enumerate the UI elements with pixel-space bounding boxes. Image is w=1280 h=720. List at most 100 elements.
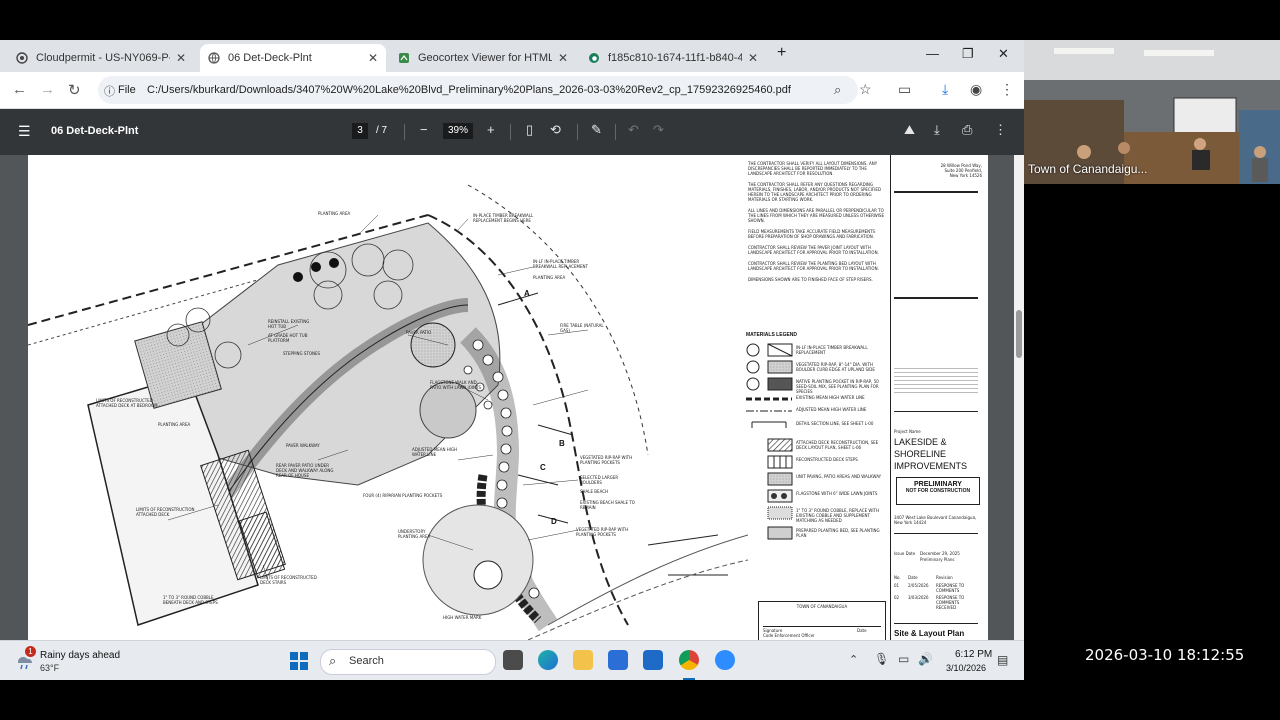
zoom-out-button[interactable]: − (420, 122, 428, 137)
legend-label: VEGETATED RIP-RAP, 8"-14" DIA. WITH BOUL… (796, 362, 875, 372)
issue-date: December 29, 2025 (920, 551, 960, 556)
plan-note: LIMITS OF RECONSTRUCTED DECK STAIRS (260, 575, 317, 585)
weather-title[interactable]: Rainy days ahead (40, 650, 120, 661)
legend-swatch (746, 343, 793, 357)
url-text[interactable]: C:/Users/kburkard/Downloads/3407%20W%20L… (147, 84, 791, 96)
new-tab-button[interactable]: + (777, 44, 786, 62)
toolbar-divider (615, 124, 616, 140)
legend-label: EXISTING MEAN HIGH WATER LINE (796, 395, 865, 400)
close-window-button[interactable]: ✕ (998, 46, 1009, 62)
camera-label: Town of Canandaigu... (1028, 162, 1148, 176)
tab-geocortex[interactable]: Geocortex Viewer for HTML5 ✕ (390, 44, 576, 72)
plan-note: PLANTING AREA (158, 422, 191, 427)
title-rule (894, 411, 978, 412)
plan-note: PAVER WALKWAY (286, 443, 320, 448)
taskbar-time[interactable]: 6:12 PM (955, 649, 992, 660)
tray-chevron-up-icon[interactable]: ⌃ (849, 653, 858, 666)
restore-button[interactable]: ❐ (962, 46, 974, 62)
date-label: Date (857, 628, 867, 633)
cast-icon[interactable]: ▭ (898, 81, 911, 98)
zoom-in-button[interactable]: + (487, 122, 495, 137)
page-number-input[interactable]: 3 (352, 123, 368, 139)
edge-app-icon[interactable] (538, 650, 558, 670)
zoom-app-icon[interactable] (715, 650, 735, 670)
plan-note: FIRE TABLE (NATURAL GAS) (560, 323, 604, 333)
profile-icon[interactable]: ◉ (970, 81, 982, 98)
section-marker-b: B (559, 439, 565, 448)
legend-label: 1" TO 3" ROUND COBBLE, REPLACE WITH EXIS… (796, 508, 879, 523)
taskbar-date[interactable]: 3/10/2026 (946, 663, 986, 673)
minimize-button[interactable]: — (926, 46, 939, 61)
scrollbar-thumb[interactable] (1016, 310, 1022, 358)
pdf-download-icon[interactable]: ⤓ (934, 122, 940, 138)
address-bar-row: ← → ↻ ⓘ File C:/Users/kburkard/Downloads… (0, 72, 1024, 109)
store-app-icon[interactable] (608, 650, 628, 670)
legend-row: ATTACHED DECK RECONSTRUCTION, SEE DECK L… (746, 438, 886, 455)
file-explorer-icon[interactable] (573, 650, 593, 670)
signature-block: TOWN OF CANANDAIGUA Signature Date Code … (758, 601, 886, 640)
download-icon[interactable]: ⤓ (942, 81, 948, 98)
materials-legend: IN-LF IN-PLACE TIMBER BREAKWALL REPLACEM… (746, 343, 886, 543)
annotate-pen-icon[interactable]: ✎ (591, 122, 602, 138)
notification-icon[interactable]: ▤ (997, 653, 1008, 667)
plan-note: VEGETATED RIP-RAP WITH PLANTING POCKETS (580, 455, 633, 465)
reload-icon[interactable]: ↻ (68, 81, 81, 99)
hamburger-menu-icon[interactable]: ☰ (18, 123, 31, 140)
plan-note: FLAGSTONE WALK AND PATIO WITH LAWN JOINT… (430, 380, 482, 390)
more-options-icon[interactable]: ⋮ (994, 122, 1007, 138)
print-icon[interactable]: ⎙ (962, 122, 972, 138)
outlook-app-icon[interactable] (643, 650, 663, 670)
plan-note: STEPPING STONES (283, 351, 321, 356)
windows-taskbar: 1 Rainy days ahead 63°F ⌕ Search ⌃ 🎙 ▭ 🔊… (0, 640, 1024, 680)
network-icon[interactable]: ▭ (898, 652, 909, 666)
volume-icon[interactable]: 🔊 (918, 652, 933, 666)
legend-swatch (746, 377, 793, 391)
zoom-level-input[interactable]: 39% (443, 123, 473, 139)
search-placeholder: Search (349, 655, 384, 667)
fit-page-icon[interactable]: ▯ (526, 122, 533, 138)
drive-upload-icon[interactable]: ⛰ (904, 122, 915, 138)
taskbar-search-box[interactable]: ⌕ Search (320, 649, 496, 675)
zoom-search-icon[interactable]: ⌕ (834, 82, 841, 98)
tab-pdf-document[interactable]: 06 Det-Deck-Plnt ✕ (200, 44, 386, 72)
task-view-icon[interactable] (503, 650, 523, 670)
close-tab-icon[interactable]: ✕ (748, 51, 758, 65)
stamp-placeholder (894, 365, 978, 393)
general-note: DIMENSIONS SHOWN ARE TO FINISHED FACE OF… (748, 277, 873, 282)
plan-note: AT GRADE HOT TUB PLATFORM (268, 333, 308, 343)
general-note: THE CONTRACTOR SHALL REFER ANY QUESTIONS… (748, 182, 882, 202)
microphone-icon[interactable]: 🎙 (874, 652, 889, 666)
legend-label: IN-LF IN-PLACE TIMBER BREAKWALL REPLACEM… (796, 345, 868, 355)
close-tab-icon[interactable]: ✕ (558, 51, 568, 65)
rev-desc: RESPONSE TO COMMENTS (936, 583, 965, 593)
tab-cloudpermit[interactable]: Cloudpermit - US-NY069-P-20 ✕ (8, 44, 194, 72)
plan-note: LIMITS OF RECONSTRUCTED ATTACHED DECK AT… (96, 398, 158, 408)
info-icon[interactable]: ⓘ (104, 83, 115, 99)
title-rule (894, 623, 978, 624)
legend-label: ATTACHED DECK RECONSTRUCTION, SEE DECK L… (796, 440, 879, 450)
firm-address: 28 Willow Pond Way, Suite 200 Penfield, … (940, 163, 982, 178)
vertical-scrollbar[interactable] (1014, 155, 1024, 640)
forward-arrow-icon[interactable]: → (40, 81, 55, 98)
undo-icon[interactable]: ↶ (628, 122, 639, 138)
rotate-icon[interactable]: ⟲ (550, 122, 561, 138)
bookmark-star-icon[interactable]: ☆ (859, 81, 872, 98)
tab-document-guid[interactable]: f185c810-1674-11f1-b840-4fe ✕ (580, 44, 766, 72)
plan-note: UNDERSTORY PLANTING AREA (398, 529, 431, 539)
browser-menu-icon[interactable]: ⋮ (1000, 81, 1014, 98)
pdf-viewport[interactable]: A B C D PLANTING AREA IN-PLACE TIMBER BR… (0, 155, 1024, 640)
sheet-title: Site & Layout Plan (894, 629, 965, 638)
legend-swatch (746, 397, 792, 401)
active-app-indicator (683, 678, 695, 680)
close-tab-icon[interactable]: ✕ (368, 51, 378, 65)
legend-swatch (746, 410, 792, 412)
rev-desc: RESPONSE TO COMMENTS RECEIVED (936, 595, 965, 610)
redo-icon[interactable]: ↷ (653, 122, 664, 138)
chrome-app-icon[interactable] (679, 650, 699, 670)
address-bar[interactable]: ⓘ File C:/Users/kburkard/Downloads/3407%… (98, 76, 858, 104)
windows-start-icon[interactable] (289, 651, 309, 671)
close-tab-icon[interactable]: ✕ (176, 51, 186, 65)
title-block: 28 Willow Pond Way, Suite 200 Penfield, … (892, 155, 982, 640)
back-arrow-icon[interactable]: ← (12, 81, 27, 98)
globe-favicon-icon (208, 52, 220, 64)
